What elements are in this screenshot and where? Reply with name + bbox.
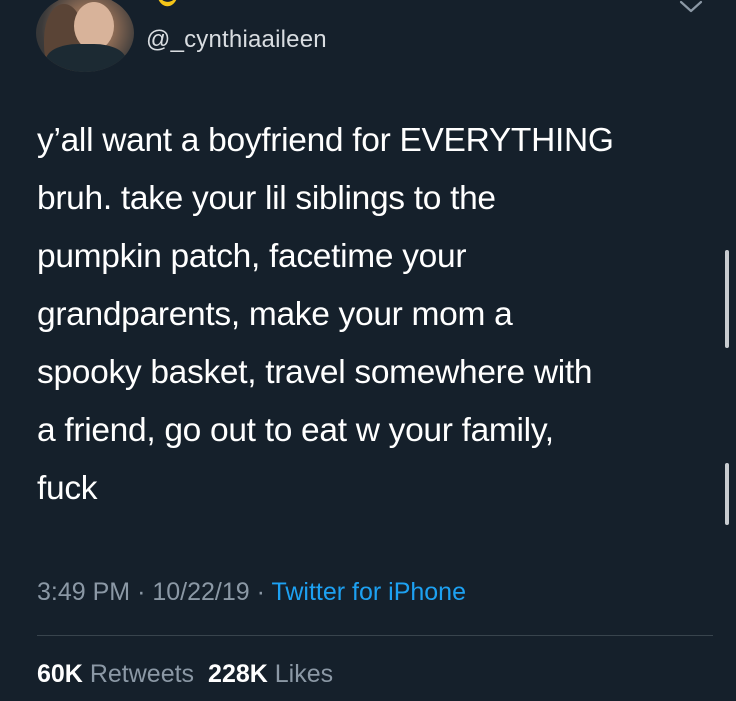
- retweets-stat[interactable]: 60K Retweets: [37, 660, 194, 688]
- scrollbar-thumb[interactable]: [725, 250, 729, 348]
- likes-label: Likes: [274, 660, 334, 688]
- divider: [37, 635, 713, 636]
- scrollbar[interactable]: [724, 0, 730, 701]
- tweet-source-link[interactable]: Twitter for iPhone: [271, 578, 466, 606]
- meta-separator: ·: [137, 578, 146, 606]
- avatar[interactable]: [36, 0, 134, 72]
- meta-separator: ·: [256, 578, 265, 606]
- chevron-down-icon[interactable]: [678, 0, 704, 16]
- avatar-face: [74, 2, 114, 50]
- likes-count: 228K: [208, 660, 268, 688]
- tweet-stats: 60K Retweets 228K Likes: [37, 660, 333, 689]
- avatar-shirt: [46, 44, 126, 72]
- tweet-time[interactable]: 3:49 PM: [37, 578, 130, 606]
- moon-icon: [158, 0, 177, 7]
- scrollbar-thumb-secondary[interactable]: [725, 463, 729, 525]
- tweet-meta: 3:49 PM · 10/22/19 · Twitter for iPhone: [37, 578, 466, 607]
- likes-stat[interactable]: 228K Likes: [208, 660, 333, 688]
- tweet-text: y’all want a boyfriend for EVERYTHING br…: [37, 122, 614, 507]
- retweets-count: 60K: [37, 660, 83, 688]
- tweet-date[interactable]: 10/22/19: [152, 578, 249, 606]
- tweet-card: @_cynthiaaileen y’all want a boyfriend f…: [0, 0, 736, 701]
- retweets-label: Retweets: [89, 660, 195, 688]
- user-handle[interactable]: @_cynthiaaileen: [146, 26, 327, 54]
